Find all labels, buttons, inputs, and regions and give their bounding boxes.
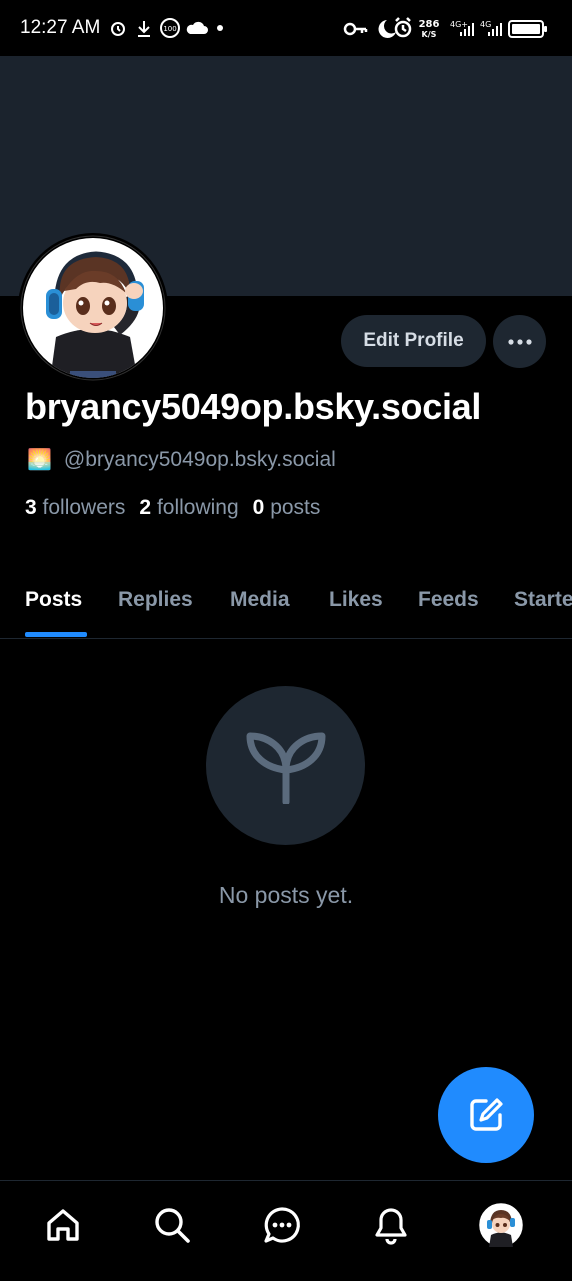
status-right-icons: 286 K/S 4G+ 4G [343, 17, 547, 39]
compose-post-button[interactable] [438, 1067, 534, 1163]
posts-count: 0 [252, 496, 265, 519]
following-count: 2 [139, 496, 152, 519]
compose-icon [470, 1098, 503, 1131]
tab-feeds[interactable]: Feeds [418, 588, 479, 612]
avatar-illustration [20, 235, 166, 381]
dot-icon [217, 25, 223, 31]
nav-profile[interactable] [479, 1203, 523, 1247]
tab-starter-packs[interactable]: Starter Packs [514, 588, 572, 612]
handle: @bryancy5049op.bsky.social [63, 448, 336, 471]
svg-text:100: 100 [163, 25, 176, 33]
sprout-icon [246, 732, 325, 804]
battery-icon [508, 20, 547, 38]
key-icon [343, 22, 368, 36]
tab-posts[interactable]: Posts [25, 588, 82, 612]
svg-text:286: 286 [419, 19, 440, 30]
followers-label: followers [42, 496, 126, 519]
active-tab-indicator [25, 632, 87, 637]
net-speed: 286 K/S [419, 19, 440, 39]
profile-tabs: Posts Replies Media Likes Feeds Starter … [0, 572, 572, 639]
sunrise-emoji: 🌅 [27, 449, 52, 471]
chat-icon [264, 1207, 300, 1243]
search-icon [155, 1208, 190, 1243]
signal-icon: 4G+ [450, 20, 474, 36]
signal-icon: 4G [480, 20, 502, 36]
bell-icon [375, 1208, 407, 1245]
more-dots-icon [507, 338, 532, 345]
moon-icon [378, 20, 396, 38]
tab-likes[interactable]: Likes [329, 588, 383, 612]
following-link[interactable]: 2 following [139, 496, 238, 520]
empty-state-message: No posts yet. [218, 882, 354, 908]
svg-text:K/S: K/S [422, 30, 437, 39]
cloud-icon [186, 21, 208, 34]
tab-replies[interactable]: Replies [118, 588, 193, 612]
followers-count: 3 [25, 496, 37, 519]
nav-home[interactable] [41, 1203, 85, 1247]
alarm-clock-icon [111, 22, 125, 36]
nav-search[interactable] [150, 1203, 194, 1247]
status-left-icons: 100 [111, 18, 223, 38]
nav-notifications[interactable] [369, 1203, 413, 1247]
badge-100-icon: 100 [160, 18, 180, 38]
display-name: bryancy5049op.bsky.social [25, 386, 482, 427]
avatar [479, 1203, 523, 1247]
nav-chat[interactable] [260, 1203, 304, 1247]
home-icon [47, 1209, 79, 1241]
followers-link[interactable]: 3 followers [25, 496, 125, 520]
download-icon [138, 21, 150, 37]
more-options-button[interactable] [493, 315, 546, 368]
svg-text:4G+: 4G+ [450, 20, 468, 29]
edit-profile-button[interactable]: Edit Profile [341, 315, 486, 367]
status-bar: 12:27 AM 100 286 K/S 4G+ 4G [0, 0, 572, 56]
posts-stat: 0 posts [253, 496, 321, 520]
profile-stats: 3 followers 2 following 0 posts [25, 496, 334, 520]
profile-avatar[interactable] [18, 233, 168, 383]
handle-row: 🌅 @bryancy5049op.bsky.social [27, 446, 336, 474]
svg-text:4G: 4G [480, 20, 491, 29]
alarm-icon [394, 17, 412, 38]
status-time: 12:27 AM [20, 17, 101, 38]
following-label: following [156, 496, 239, 519]
tab-media[interactable]: Media [230, 588, 290, 612]
bottom-navigation [0, 1180, 572, 1281]
empty-state-icon-wrap [206, 686, 365, 845]
posts-label: posts [270, 496, 321, 519]
